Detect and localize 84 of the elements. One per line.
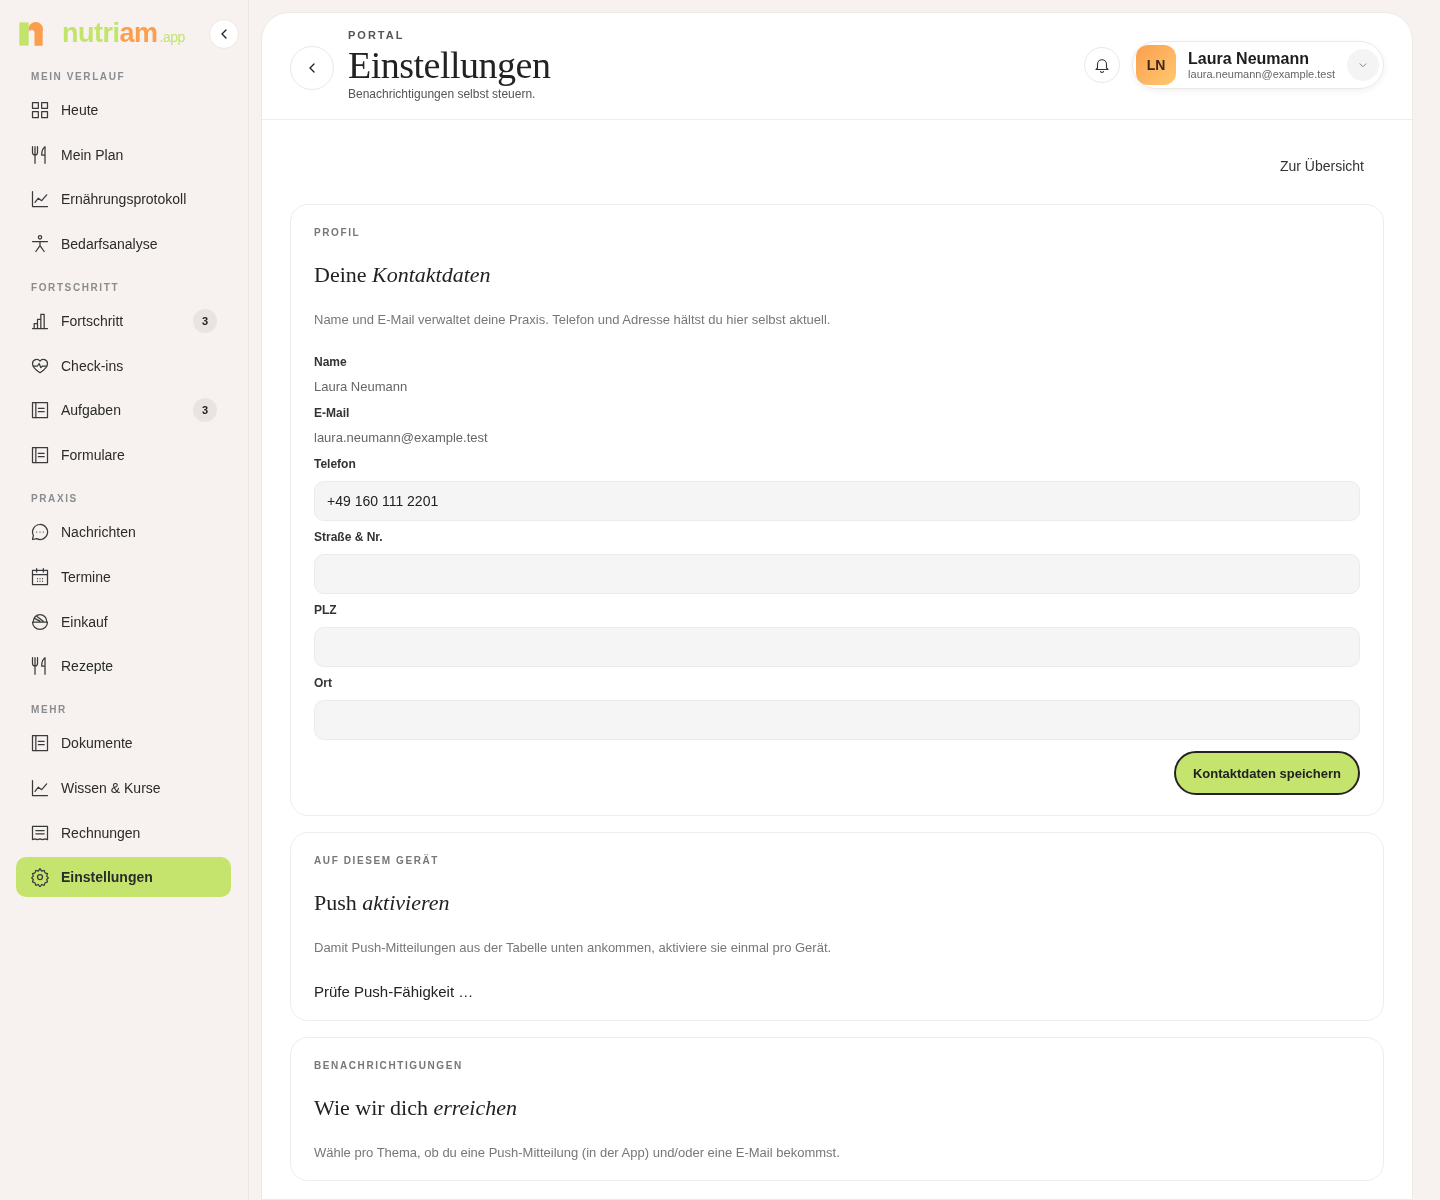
sidebar-item[interactable]: Rechnungen bbox=[16, 812, 231, 853]
sidebar-item[interactable]: Einstellungen bbox=[16, 857, 231, 898]
field-value: Laura Neumann bbox=[314, 379, 409, 394]
sidebar-item[interactable]: Termine bbox=[16, 556, 231, 597]
section-heading: FORTSCHRITT bbox=[30, 282, 121, 296]
sidebar-item-label: Dokumente bbox=[61, 735, 134, 752]
sidebar-item[interactable]: Ernährungsprotokoll bbox=[16, 179, 231, 220]
section-heading: PRAXIS bbox=[30, 493, 79, 507]
sidebar-item-label: Heute bbox=[61, 102, 100, 118]
sidebar-item-label: Mein Plan bbox=[61, 146, 125, 163]
grid-icon bbox=[30, 100, 50, 120]
user-email: laura.neumann@example.test bbox=[1188, 68, 1335, 80]
dropdown-button[interactable] bbox=[1347, 49, 1379, 81]
notifications-button[interactable] bbox=[1084, 47, 1121, 83]
bar-chart-icon bbox=[30, 311, 50, 332]
sidebar-item-label: Fortschritt bbox=[61, 313, 125, 330]
sidebar-item-label: Bedarfsanalyse bbox=[61, 236, 159, 253]
field-label: Ort bbox=[314, 676, 333, 690]
document-icon bbox=[30, 733, 50, 754]
logo-text: nutriam.app bbox=[62, 18, 185, 49]
bowl-icon bbox=[30, 611, 50, 632]
input-field[interactable]: +49 160 111 2201 bbox=[314, 481, 1360, 521]
page-eyebrow: PORTAL bbox=[348, 29, 406, 41]
field-value: laura.neumann@example.test bbox=[314, 430, 489, 445]
sidebar-item[interactable]: Bedarfsanalyse bbox=[16, 224, 231, 265]
line-chart-icon bbox=[30, 189, 50, 210]
field-label: Name bbox=[314, 355, 348, 369]
sidebar-item[interactable]: Aufgaben 3 bbox=[16, 390, 231, 431]
field-label: Telefon bbox=[314, 457, 357, 471]
sidebar-item[interactable]: Formulare bbox=[16, 435, 231, 476]
count-badge: 3 bbox=[193, 309, 217, 334]
section-description: Wähle pro Thema, ob du eine Push-Mitteilung (in der App) und/oder eine E-Mail bekommst. bbox=[314, 1145, 841, 1160]
collapse-button[interactable] bbox=[209, 18, 239, 49]
sidebar-item-label: Termine bbox=[61, 568, 112, 585]
settings-icon bbox=[30, 867, 50, 888]
sidebar-item-label: Ernährungsprotokoll bbox=[61, 191, 188, 208]
sidebar-item-label: Aufgaben bbox=[61, 402, 122, 419]
document-icon bbox=[30, 400, 50, 421]
overview-link[interactable]: Zur Übersicht bbox=[1279, 158, 1364, 174]
sidebar-item[interactable]: Einkauf bbox=[16, 601, 231, 642]
field-label: Straße & Nr. bbox=[314, 530, 384, 544]
field-label: PLZ bbox=[314, 603, 338, 617]
sidebar-item[interactable]: Fortschritt 3 bbox=[16, 301, 231, 342]
person-icon bbox=[30, 234, 50, 255]
sidebar-item[interactable]: Heute bbox=[16, 90, 231, 130]
sidebar-item[interactable]: Rezepte bbox=[16, 646, 231, 687]
sidebar-item[interactable]: Nachrichten bbox=[16, 512, 231, 553]
section-eyebrow: PROFIL bbox=[314, 227, 362, 238]
status-text: Prüfe Push-Fähigkeit … bbox=[314, 983, 475, 1000]
sidebar-item-label: Einkauf bbox=[61, 613, 109, 630]
sidebar-item[interactable]: Dokumente bbox=[16, 723, 231, 764]
section-description: Damit Push-Mitteilungen aus der Tabelle unten ankommen, aktiviere sie einmal pro Gerät. bbox=[314, 940, 833, 955]
section-heading: MEHR bbox=[30, 704, 68, 718]
section-title: Deine Kontaktdaten bbox=[314, 262, 492, 288]
user-name: Laura Neumann bbox=[1188, 50, 1310, 68]
field-label: E-Mail bbox=[314, 406, 351, 420]
sidebar-item-label: Rezepte bbox=[61, 658, 115, 675]
line-chart-icon bbox=[30, 777, 50, 798]
sidebar-item[interactable]: Mein Plan bbox=[16, 134, 231, 175]
section-heading: MEIN VERLAUF bbox=[30, 71, 127, 84]
count-badge: 3 bbox=[193, 398, 217, 423]
sidebar-item-label: Rechnungen bbox=[61, 824, 142, 841]
page-subtitle: Benachrichtigungen selbst steuern. bbox=[348, 87, 537, 101]
sidebar-item-label: Check-ins bbox=[61, 357, 125, 374]
document-icon bbox=[30, 445, 50, 466]
section-eyebrow: BENACHRICHTIGUNGEN bbox=[314, 1060, 464, 1071]
section-title: Wie wir dich erreichen bbox=[314, 1095, 518, 1121]
logo-mark-icon bbox=[16, 19, 46, 48]
sidebar-item-label: Formulare bbox=[61, 447, 126, 464]
calendar-icon bbox=[30, 566, 50, 587]
section-title: Push aktivieren bbox=[314, 890, 451, 916]
sidebar-item[interactable]: Check-ins bbox=[16, 345, 231, 386]
chat-icon bbox=[30, 522, 50, 543]
page-title: Einstellungen bbox=[348, 45, 552, 85]
section-eyebrow: AUF DIESEM GERÄT bbox=[314, 855, 441, 866]
avatar: LN bbox=[1136, 45, 1177, 85]
back-button[interactable] bbox=[290, 46, 334, 90]
save-button[interactable]: Kontaktdaten speichern bbox=[1173, 751, 1360, 795]
sidebar-item-label: Wissen & Kurse bbox=[61, 779, 162, 796]
bell-icon bbox=[1093, 56, 1112, 74]
sidebar-item-label: Einstellungen bbox=[61, 869, 154, 886]
sidebar-item[interactable]: Wissen & Kurse bbox=[16, 767, 231, 808]
sidebar-item-label: Nachrichten bbox=[61, 524, 137, 541]
section-description: Name und E-Mail verwaltet deine Praxis. Telefon und Adresse hältst du hier selbst aktuell. bbox=[314, 312, 832, 327]
